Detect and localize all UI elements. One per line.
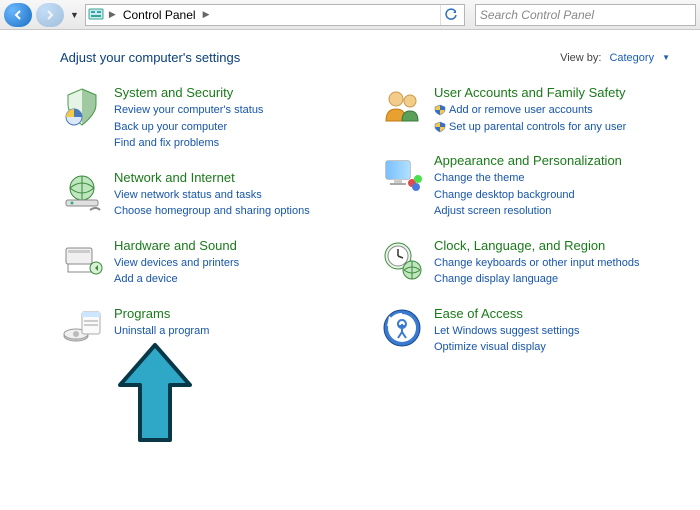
category-link[interactable]: Add a device xyxy=(114,271,239,288)
category-title[interactable]: User Accounts and Family Safety xyxy=(434,85,626,100)
category-title[interactable]: Clock, Language, and Region xyxy=(434,238,639,253)
clock-language-icon xyxy=(380,238,424,282)
view-by-label: View by: xyxy=(560,52,601,64)
history-dropdown[interactable]: ▼ xyxy=(68,10,81,20)
category-title[interactable]: Appearance and Personalization xyxy=(434,153,622,168)
category-link[interactable]: Add or remove user accounts xyxy=(434,102,626,119)
category-system-security: System and Security Review your computer… xyxy=(60,85,350,152)
refresh-button[interactable] xyxy=(440,5,462,25)
category-link[interactable]: View devices and printers xyxy=(114,255,239,272)
category-appearance: Appearance and Personalization Change th… xyxy=(380,153,670,220)
category-link[interactable]: Optimize visual display xyxy=(434,339,580,356)
address-bar[interactable]: ▶ Control Panel ▶ xyxy=(85,4,465,26)
search-placeholder: Search Control Panel xyxy=(480,8,594,22)
category-hardware-sound: Hardware and Sound View devices and prin… xyxy=(60,238,350,288)
uac-shield-icon xyxy=(434,104,446,116)
search-input[interactable]: Search Control Panel xyxy=(475,4,696,26)
right-column: User Accounts and Family Safety Add or r… xyxy=(380,85,670,374)
category-network-internet: Network and Internet View network status… xyxy=(60,170,350,220)
category-programs: Programs Uninstall a program xyxy=(60,306,350,350)
category-link[interactable]: Back up your computer xyxy=(114,119,263,136)
category-title[interactable]: Network and Internet xyxy=(114,170,310,185)
category-clock-language: Clock, Language, and Region Change keybo… xyxy=(380,238,670,288)
view-by-value: Category xyxy=(609,52,654,64)
category-title[interactable]: Programs xyxy=(114,306,209,321)
breadcrumb-item[interactable]: Control Panel xyxy=(121,8,198,22)
uac-shield-icon xyxy=(434,121,446,133)
breadcrumb-separator[interactable]: ▶ xyxy=(200,9,213,20)
system-security-icon xyxy=(60,85,104,129)
category-link[interactable]: Uninstall a program xyxy=(114,323,209,340)
hardware-sound-icon xyxy=(60,238,104,282)
back-button[interactable] xyxy=(4,3,32,27)
category-link[interactable]: Change desktop background xyxy=(434,187,622,204)
control-panel-icon xyxy=(88,7,104,23)
category-link[interactable]: Choose homegroup and sharing options xyxy=(114,203,310,220)
breadcrumb-separator[interactable]: ▶ xyxy=(106,9,119,20)
category-link[interactable]: Change display language xyxy=(434,271,639,288)
category-link[interactable]: Review your computer's status xyxy=(114,102,263,119)
category-link[interactable]: Find and fix problems xyxy=(114,135,263,152)
view-by-selector[interactable]: View by: Category ▼ xyxy=(560,52,670,64)
page-title: Adjust your computer's settings xyxy=(60,50,240,65)
category-title[interactable]: System and Security xyxy=(114,85,263,100)
category-user-accounts: User Accounts and Family Safety Add or r… xyxy=(380,85,670,135)
category-link[interactable]: Set up parental controls for any user xyxy=(434,119,626,136)
category-link[interactable]: Change keyboards or other input methods xyxy=(434,255,639,272)
category-title[interactable]: Ease of Access xyxy=(434,306,580,321)
user-accounts-icon xyxy=(380,85,424,129)
category-link[interactable]: Let Windows suggest settings xyxy=(434,323,580,340)
category-ease-of-access: Ease of Access Let Windows suggest setti… xyxy=(380,306,670,356)
appearance-icon xyxy=(380,153,424,197)
forward-button[interactable] xyxy=(36,3,64,27)
network-internet-icon xyxy=(60,170,104,214)
navigation-toolbar: ▼ ▶ Control Panel ▶ Search Control Panel xyxy=(0,0,700,30)
category-link[interactable]: View network status and tasks xyxy=(114,187,310,204)
programs-icon xyxy=(60,306,104,350)
content-area: Adjust your computer's settings View by:… xyxy=(0,30,700,384)
left-column: System and Security Review your computer… xyxy=(60,85,350,374)
category-title[interactable]: Hardware and Sound xyxy=(114,238,239,253)
ease-of-access-icon xyxy=(380,306,424,350)
chevron-down-icon: ▼ xyxy=(662,53,670,62)
category-link[interactable]: Change the theme xyxy=(434,170,622,187)
category-link[interactable]: Adjust screen resolution xyxy=(434,203,622,220)
